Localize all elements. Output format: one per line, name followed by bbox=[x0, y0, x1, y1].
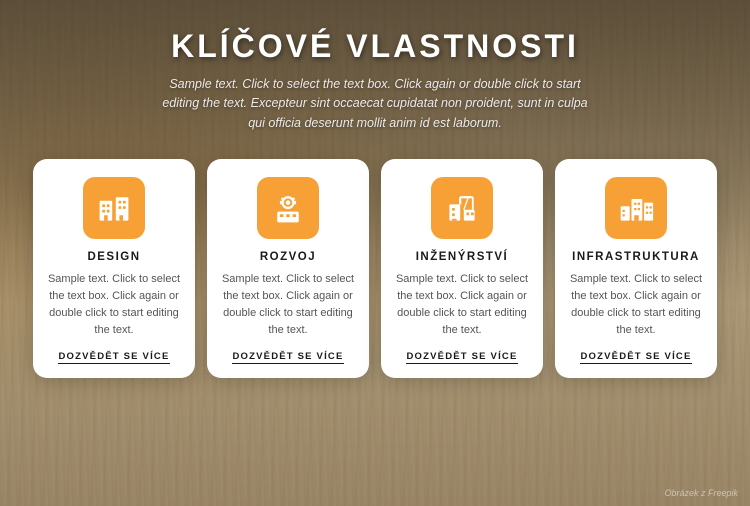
card-inzenyrstvi-title: INŽENÝRSTVÍ bbox=[416, 251, 509, 263]
card-rozvoj-title: ROZVOJ bbox=[260, 251, 316, 263]
page-title: KLÍČOVÉ VLASTNOSTI bbox=[171, 28, 579, 65]
card-infrastruktura-link[interactable]: DOZVĚDĚT SE VÍCE bbox=[580, 351, 691, 364]
crane-building-icon bbox=[444, 190, 480, 226]
page-subtitle: Sample text. Click to select the text bo… bbox=[155, 75, 595, 133]
cards-container: DESIGN Sample text. Click to select the … bbox=[15, 159, 735, 378]
card-infrastruktura: INFRASTRUKTURA Sample text. Click to sel… bbox=[555, 159, 717, 378]
card-infrastruktura-text: Sample text. Click to select the text bo… bbox=[569, 271, 703, 339]
gear-building-icon bbox=[270, 190, 306, 226]
card-design-link[interactable]: DOZVĚDĚT SE VÍCE bbox=[58, 351, 169, 364]
card-rozvoj: ROZVOJ Sample text. Click to select the … bbox=[207, 159, 369, 378]
card-inzenyrstvi-link[interactable]: DOZVĚDĚT SE VÍCE bbox=[406, 351, 517, 364]
card-design: DESIGN Sample text. Click to select the … bbox=[33, 159, 195, 378]
main-container: KLÍČOVÉ VLASTNOSTI Sample text. Click to… bbox=[0, 0, 750, 506]
card-design-title: DESIGN bbox=[87, 251, 140, 263]
card-rozvoj-text: Sample text. Click to select the text bo… bbox=[221, 271, 355, 339]
design-icon-circle bbox=[83, 177, 145, 239]
card-infrastruktura-title: INFRASTRUKTURA bbox=[572, 251, 700, 263]
card-inzenyrstvi-text: Sample text. Click to select the text bo… bbox=[395, 271, 529, 339]
infrastruktura-icon-circle bbox=[605, 177, 667, 239]
card-inzenyrstvi: INŽENÝRSTVÍ Sample text. Click to select… bbox=[381, 159, 543, 378]
footer-note: Obrázek z Freepik bbox=[664, 488, 738, 498]
building-icon bbox=[96, 190, 132, 226]
city-building-icon bbox=[618, 190, 654, 226]
inzenyrstvi-icon-circle bbox=[431, 177, 493, 239]
rozvoj-icon-circle bbox=[257, 177, 319, 239]
card-design-text: Sample text. Click to select the text bo… bbox=[47, 271, 181, 339]
card-rozvoj-link[interactable]: DOZVĚDĚT SE VÍCE bbox=[232, 351, 343, 364]
